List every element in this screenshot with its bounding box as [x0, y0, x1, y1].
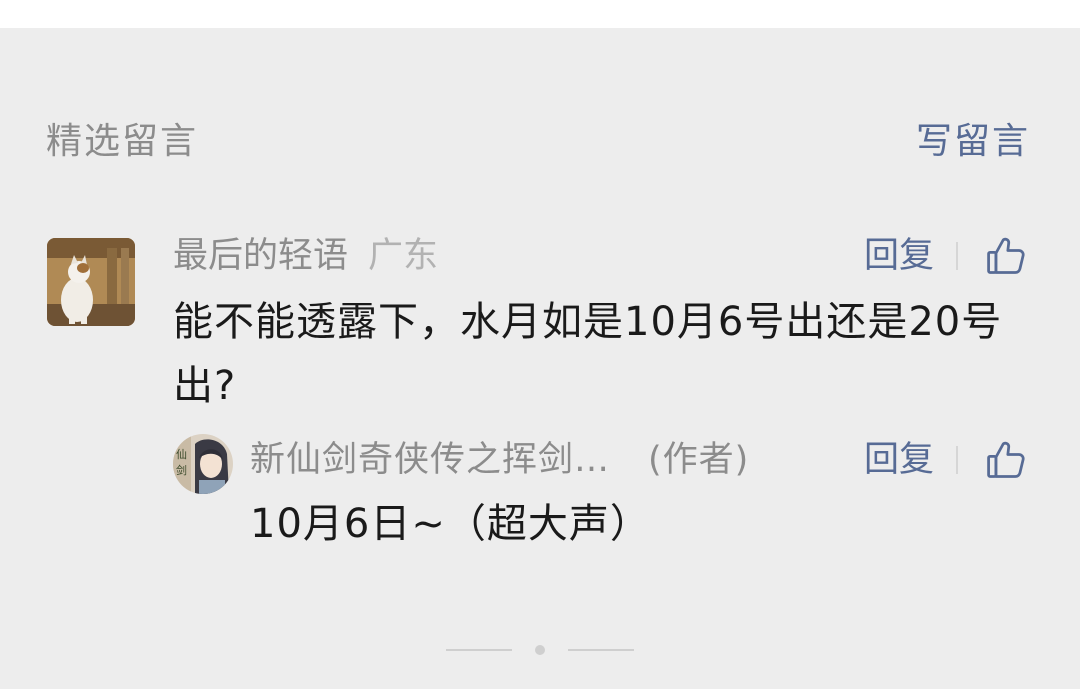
commenter-nickname[interactable]: 最后的轻语	[173, 236, 348, 276]
page-indicator-dot	[535, 645, 545, 655]
thumbs-up-icon[interactable]	[984, 234, 1028, 278]
author-reply-meta: 新仙剑奇侠传之挥剑… (作者)	[250, 436, 749, 484]
author-avatar-text-2: 剑	[176, 463, 187, 477]
author-reply-text: 10月6日~（超大声）	[250, 501, 651, 547]
page-indicator-line-left	[446, 649, 512, 651]
commenter-avatar[interactable]	[47, 238, 135, 326]
author-reply-button[interactable]: 回复	[864, 436, 934, 484]
thumbs-up-icon[interactable]	[984, 438, 1028, 482]
author-reply-actions: 回复	[864, 436, 1028, 484]
action-divider	[956, 242, 958, 270]
comment-reply-button[interactable]: 回复	[864, 232, 934, 280]
comment-meta: 最后的轻语 广东	[173, 232, 438, 280]
commenter-location: 广东	[368, 236, 439, 276]
author-tag: (作者)	[648, 440, 750, 480]
featured-comments-title: 精选留言	[46, 121, 199, 162]
comment-actions: 回复	[864, 232, 1028, 280]
action-divider	[956, 446, 958, 474]
write-comment-button[interactable]: 写留言	[916, 118, 1030, 166]
page-indicator-line-right	[568, 649, 634, 651]
top-white-strip	[0, 0, 1080, 28]
page-indicator	[446, 644, 636, 656]
comment-text: 能不能透露下，水月如是10月6号出还是20号出?	[173, 299, 1003, 409]
author-name[interactable]: 新仙剑奇侠传之挥剑…	[250, 440, 610, 480]
author-avatar[interactable]: 仙 剑	[173, 434, 233, 494]
author-avatar-text-1: 仙	[176, 448, 187, 461]
